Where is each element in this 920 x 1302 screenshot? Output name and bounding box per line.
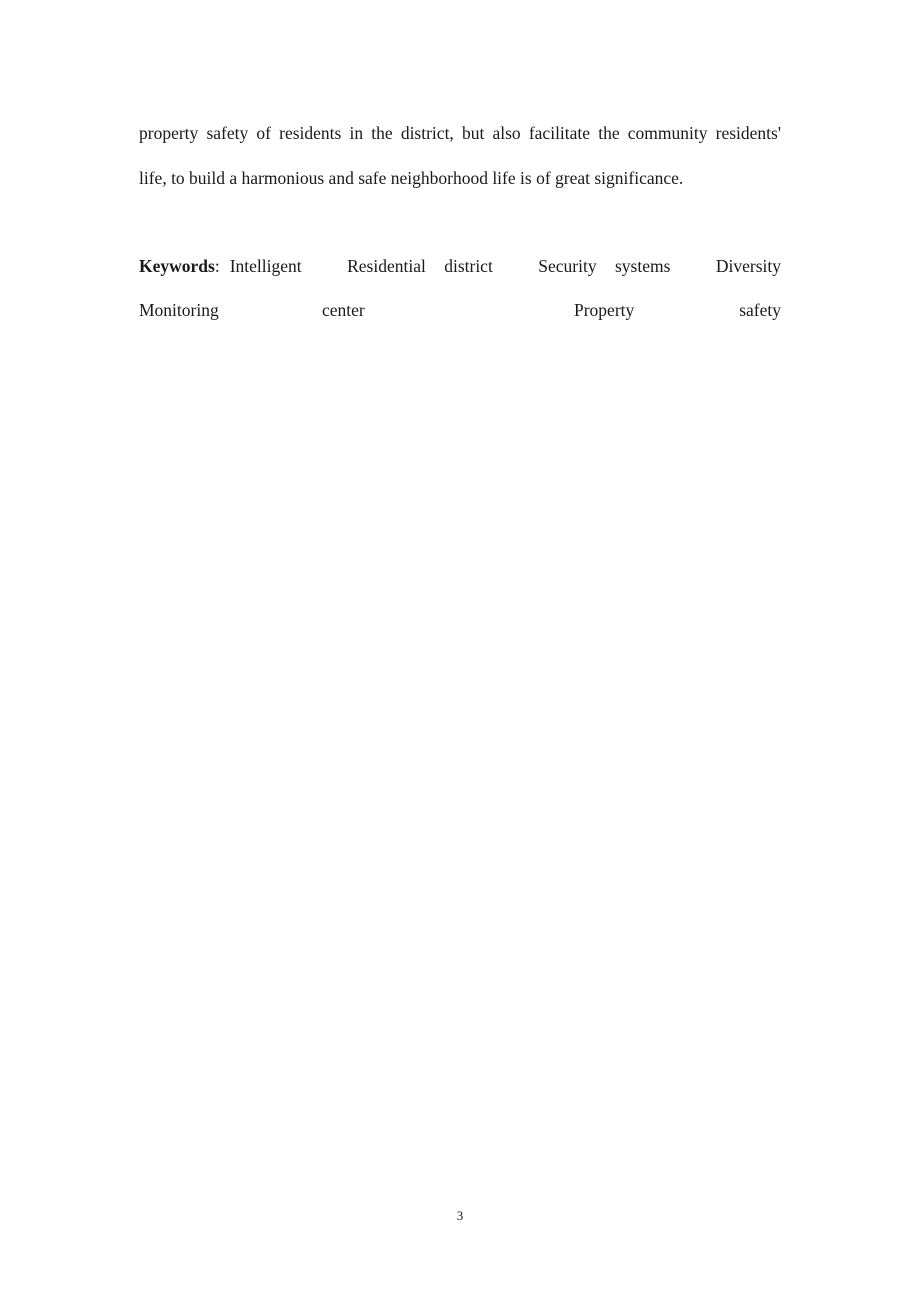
page-number: 3 (456, 1208, 464, 1223)
keyword: center (322, 300, 365, 320)
keyword: Property (574, 300, 635, 320)
keywords-row: Monitoring center Property safety (139, 300, 781, 322)
body-text-line: property safety of residents in the dist… (139, 123, 781, 144)
keyword: Monitoring (139, 300, 219, 320)
keywords-label: Keywords: (139, 256, 220, 276)
keyword: Intelligent (229, 256, 302, 276)
keyword: Diversity (715, 256, 781, 276)
keyword: safety (739, 300, 781, 320)
keyword: Security systems (538, 256, 671, 276)
body-text-line: life, to build a harmonious and safe nei… (139, 168, 781, 189)
keywords-row: Keywords: Intelligent Residential distri… (139, 256, 781, 277)
document-page: property safety of residents in the dist… (0, 0, 920, 1302)
body-text: life, to build a harmonious and safe nei… (139, 168, 684, 188)
body-text: property safety of residents in the dist… (139, 123, 781, 143)
keyword: Residential district (347, 256, 493, 276)
